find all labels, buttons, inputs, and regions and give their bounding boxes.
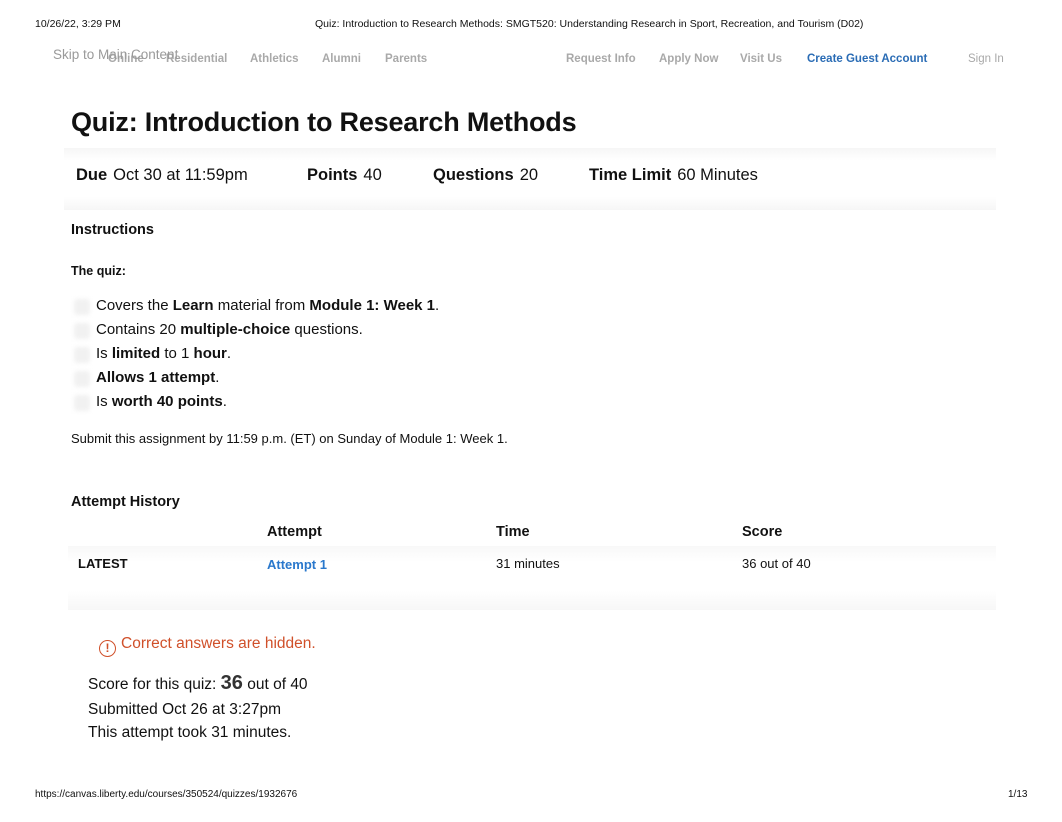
points-value: 40 <box>363 166 382 184</box>
bullet-icon <box>74 323 90 339</box>
quiz-due: Due Oct 30 at 11:59pm <box>76 166 248 185</box>
column-header-time: Time <box>496 524 530 540</box>
instructions-intro: The quiz: <box>71 264 126 278</box>
nav-athletics[interactable]: Athletics <box>250 53 299 65</box>
print-url: https://canvas.liberty.edu/courses/35052… <box>35 789 298 800</box>
due-label: Due <box>76 166 108 184</box>
due-value: Oct 30 at 11:59pm <box>113 166 248 184</box>
answers-hidden-text: Correct answers are hidden. <box>121 635 316 652</box>
print-page-number: 1/13 <box>1008 789 1028 800</box>
nav-parents[interactable]: Parents <box>385 53 427 65</box>
instruction-item: Covers the Learn material from Module 1:… <box>72 296 439 320</box>
instruction-item: Is limited to 1 hour. <box>72 344 439 368</box>
questions-value: 20 <box>519 166 539 184</box>
warning-icon: ! <box>99 640 116 657</box>
bullet-icon <box>74 395 90 411</box>
instruction-emphasis: Learn <box>172 297 214 314</box>
points-label: Points <box>307 166 358 184</box>
instruction-text: . <box>226 345 232 362</box>
quiz-score: Score for this quiz: 36 out of 40 <box>88 672 308 695</box>
column-header-attempt: Attempt <box>267 524 322 540</box>
instructions-heading: Instructions <box>71 222 154 238</box>
nav-request-info[interactable]: Request Info <box>566 53 636 65</box>
instruction-text: Contains 20 <box>96 321 181 338</box>
instruction-item: Allows 1 attempt. <box>72 368 439 392</box>
instruction-item: Is worth 40 points. <box>72 392 439 416</box>
time-limit-label: Time Limit <box>589 166 672 184</box>
print-document-title: Quiz: Introduction to Research Methods: … <box>315 18 864 30</box>
attempt-1-link[interactable]: Attempt 1 <box>267 557 327 572</box>
instruction-emphasis: worth 40 points <box>111 393 223 410</box>
instruction-text: to 1 <box>160 345 194 362</box>
instruction-emphasis: Module 1: Week 1 <box>309 297 436 314</box>
score-suffix: out of 40 <box>242 676 308 693</box>
instructions-list: Covers the Learn material from Module 1:… <box>72 296 439 416</box>
questions-label: Questions <box>433 166 514 184</box>
instruction-text: Covers the <box>96 297 173 314</box>
latest-tag: LATEST <box>78 556 128 571</box>
quiz-questions: Questions 20 <box>433 166 538 185</box>
nav-create-guest-account[interactable]: Create Guest Account <box>807 53 927 65</box>
bullet-icon <box>74 299 90 315</box>
nav-sign-in[interactable]: Sign In <box>968 53 1004 65</box>
attempt-score: 36 out of 40 <box>742 556 811 571</box>
instruction-text: questions. <box>290 321 363 338</box>
print-datetime: 10/26/22, 3:29 PM <box>35 18 121 30</box>
skip-to-main-content-link[interactable]: Skip to Main Content <box>53 47 178 62</box>
nav-alumni[interactable]: Alumni <box>322 53 361 65</box>
instruction-text: Is <box>96 345 112 362</box>
instruction-emphasis: Allows 1 attempt <box>96 369 216 386</box>
submit-deadline-note: Submit this assignment by 11:59 p.m. (ET… <box>71 431 508 446</box>
instruction-emphasis: limited <box>111 345 161 362</box>
page-title: Quiz: Introduction to Research Methods <box>71 107 577 137</box>
attempt-history-heading: Attempt History <box>71 494 180 510</box>
submitted-time: Submitted Oct 26 at 3:27pm <box>88 701 281 718</box>
nav-visit-us[interactable]: Visit Us <box>740 53 782 65</box>
nav-apply-now[interactable]: Apply Now <box>659 53 718 65</box>
bullet-icon <box>74 371 90 387</box>
quiz-points: Points 40 <box>307 166 382 185</box>
instruction-text: material from <box>213 297 310 314</box>
instruction-text: Is <box>96 393 112 410</box>
instruction-item: Contains 20 multiple-choice questions. <box>72 320 439 344</box>
instruction-text: . <box>215 369 220 386</box>
instruction-emphasis: multiple-choice <box>180 321 291 338</box>
instruction-text: . <box>435 297 440 314</box>
instruction-text: . <box>222 393 227 410</box>
column-header-score: Score <box>742 524 783 540</box>
answers-hidden-notice: ! Correct answers are hidden. <box>99 635 316 657</box>
attempt-duration: This attempt took 31 minutes. <box>88 724 292 741</box>
time-limit-value: 60 Minutes <box>677 166 758 184</box>
score-value: 36 <box>220 672 243 694</box>
instruction-emphasis: hour <box>193 345 227 362</box>
bullet-icon <box>74 347 90 363</box>
attempt-time: 31 minutes <box>496 556 560 571</box>
quiz-time-limit: Time Limit 60 Minutes <box>589 166 758 185</box>
score-prefix: Score for this quiz: <box>88 676 221 693</box>
